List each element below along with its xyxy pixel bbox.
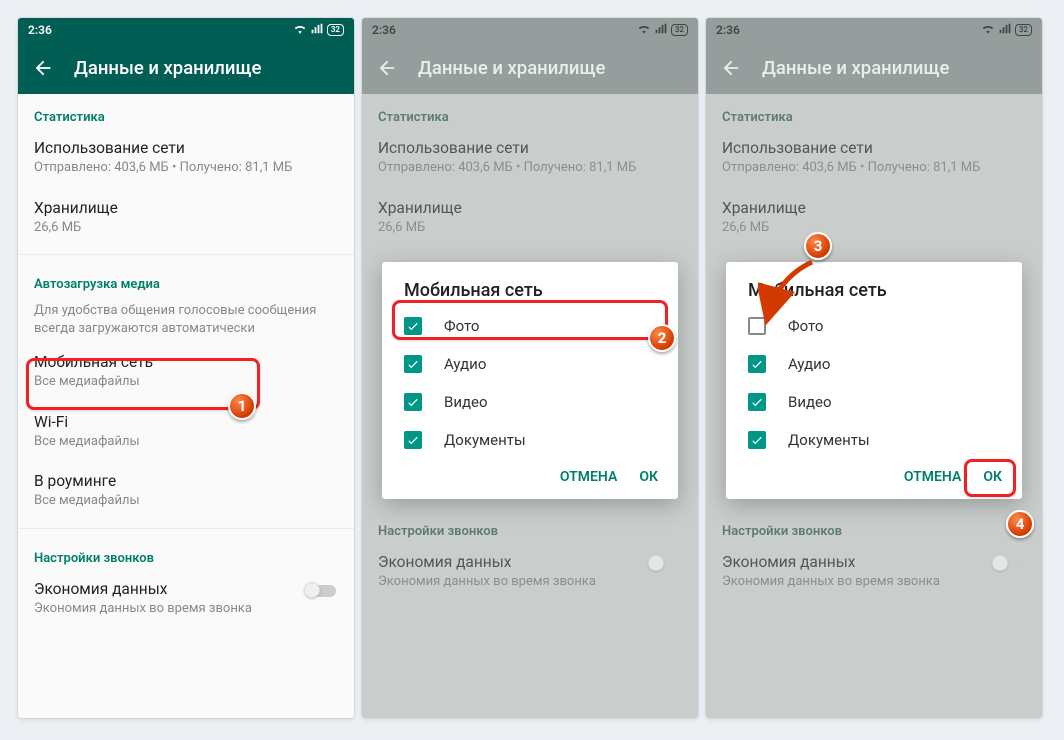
wifi-icon [293,23,307,37]
dialog-cancel[interactable]: ОТМЕНА [904,469,961,485]
status-bar: 2:36 32 [18,18,354,42]
dialog-opt-video[interactable]: Видео [726,383,1022,421]
dialog-cancel[interactable]: ОТМЕНА [560,469,617,485]
status-time: 2:36 [28,23,52,37]
checkbox-docs[interactable] [404,431,422,449]
dialog-title: Мобильная сеть [726,280,1022,307]
toggle-data-saver[interactable] [992,555,1026,573]
dialog-mobile-network: Мобильная сеть Фото Аудио Видео Документ… [382,262,678,499]
dialog-opt-docs[interactable]: Документы [726,421,1022,459]
back-icon[interactable] [720,57,742,79]
wifi-icon [981,23,995,37]
dialog-opt-video[interactable]: Видео [382,383,678,421]
dialog-ok[interactable]: ОК [639,469,658,485]
settings-content: Статистика Использование сети Отправлено… [362,94,698,718]
battery-icon: 32 [327,24,344,36]
dialog-opt-photo[interactable]: Фото [382,307,678,345]
phone-3: 2:36 32 Данные и хранилище Статистика Ис… [706,18,1042,718]
page-title: Данные и хранилище [418,57,605,79]
settings-content: Статистика Использование сети Отправлено… [18,94,354,718]
dialog-title: Мобильная сеть [382,280,678,307]
settings-content: Статистика Использование сети Отправлено… [706,94,1042,718]
app-bar: Данные и хранилище [706,42,1042,94]
item-net-usage[interactable]: Использование сети Отправлено: 403,6 МБ … [18,129,354,189]
checkbox-audio[interactable] [748,355,766,373]
dialog-opt-docs[interactable]: Документы [382,421,678,459]
autodl-desc: Для удобства общения голосовые сообщения… [18,296,354,343]
signal-icon [311,23,323,37]
item-wifi[interactable]: Wi-Fi Все медиафайлы [18,403,354,463]
dialog-mobile-network: Мобильная сеть Фото Аудио Видео Документ… [726,262,1022,499]
wifi-icon [637,23,651,37]
item-storage[interactable]: Хранилище 26,6 МБ [18,189,354,249]
phone-2: 2:36 32 Данные и хранилище Статистика Ис… [362,18,698,718]
status-bar: 2:36 32 [706,18,1042,42]
item-mobile[interactable]: Мобильная сеть Все медиафайлы [18,343,354,403]
checkbox-audio[interactable] [404,355,422,373]
dialog-opt-audio[interactable]: Аудио [382,345,678,383]
status-time: 2:36 [372,23,396,37]
section-stats: Статистика [18,94,354,129]
dialog-ok[interactable]: ОК [983,469,1002,485]
toggle-data-saver[interactable] [304,582,338,600]
dialog-opt-photo[interactable]: Фото [726,307,1022,345]
battery-icon: 32 [1015,24,1032,36]
item-roaming[interactable]: В роуминге Все медиафайлы [18,462,354,522]
status-bar: 2:36 32 [362,18,698,42]
signal-icon [999,23,1011,37]
status-right: 32 [637,23,688,37]
checkbox-video[interactable] [748,393,766,411]
page-title: Данные и хранилище [74,57,261,79]
toggle-data-saver[interactable] [648,555,682,573]
phone-1: 2:36 32 Данные и хранилище Статистика Ис… [18,18,354,718]
checkbox-photo-unchecked[interactable] [748,317,766,335]
status-time: 2:36 [716,23,740,37]
back-icon[interactable] [32,57,54,79]
dialog-opt-audio[interactable]: Аудио [726,345,1022,383]
checkbox-video[interactable] [404,393,422,411]
battery-icon: 32 [671,24,688,36]
checkbox-docs[interactable] [748,431,766,449]
app-bar: Данные и хранилище [18,42,354,94]
section-calls: Настройки звонков [18,535,354,570]
section-autodl: Автозагрузка медиа [18,261,354,296]
app-bar: Данные и хранилище [362,42,698,94]
back-icon[interactable] [376,57,398,79]
status-right: 32 [293,23,344,37]
signal-icon [655,23,667,37]
item-data-saver[interactable]: Экономия данных Экономия данных во время… [18,570,354,630]
checkbox-photo[interactable] [404,317,422,335]
page-title: Данные и хранилище [762,57,949,79]
status-right: 32 [981,23,1032,37]
